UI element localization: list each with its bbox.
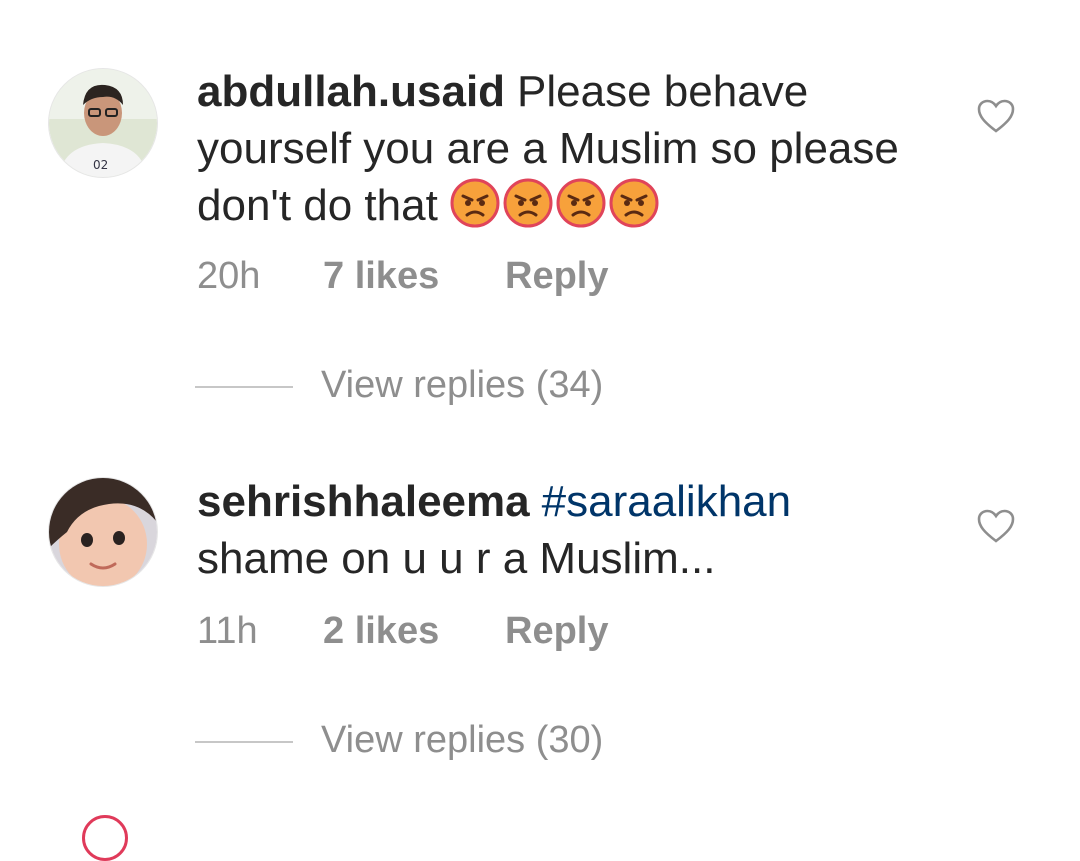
view-replies-button[interactable]: View replies (30) [195, 719, 603, 762]
avatar[interactable]: 02 [48, 68, 158, 178]
comment-likes[interactable]: 7 likes [323, 255, 505, 298]
angry-face-icon [556, 178, 606, 228]
next-comment-avatar[interactable] [82, 815, 128, 861]
svg-text:02: 02 [93, 158, 108, 172]
comment-text-block: abdullah.usaid Please behave yourself you… [197, 63, 917, 234]
comment-time: 11h [197, 610, 258, 652]
like-heart-icon[interactable] [976, 508, 1016, 544]
angry-face-icon [450, 178, 500, 228]
comment-time: 20h [197, 255, 261, 297]
view-replies-divider [195, 740, 293, 743]
view-replies-label: View replies (30) [321, 719, 604, 761]
comment-hashtag[interactable]: #saraalikhan [542, 477, 792, 526]
view-replies-label: View replies (34) [321, 364, 604, 406]
view-replies-button[interactable]: View replies (34) [195, 364, 603, 407]
angry-face-icon [609, 178, 659, 228]
comment-text-block: sehrishhaleema #saraalikhan shame on u u … [197, 473, 917, 587]
emoji-group [450, 178, 662, 230]
avatar-photo [49, 478, 157, 586]
reply-button[interactable]: Reply [505, 255, 608, 298]
comment-meta: 20h 7 likes Reply [197, 255, 608, 298]
comment-meta: 11h 2 likes Reply [197, 610, 608, 653]
avatar[interactable] [48, 477, 158, 587]
view-replies-divider [195, 385, 293, 388]
comment-text: shame on u u r a Muslim... [197, 534, 716, 583]
comment-likes[interactable]: 2 likes [323, 610, 505, 653]
reply-button[interactable]: Reply [505, 610, 608, 653]
comment-username[interactable]: sehrishhaleema [197, 477, 530, 526]
avatar-photo: 02 [49, 69, 157, 177]
angry-face-icon [503, 178, 553, 228]
like-heart-icon[interactable] [976, 98, 1016, 134]
comment-username[interactable]: abdullah.usaid [197, 67, 505, 116]
